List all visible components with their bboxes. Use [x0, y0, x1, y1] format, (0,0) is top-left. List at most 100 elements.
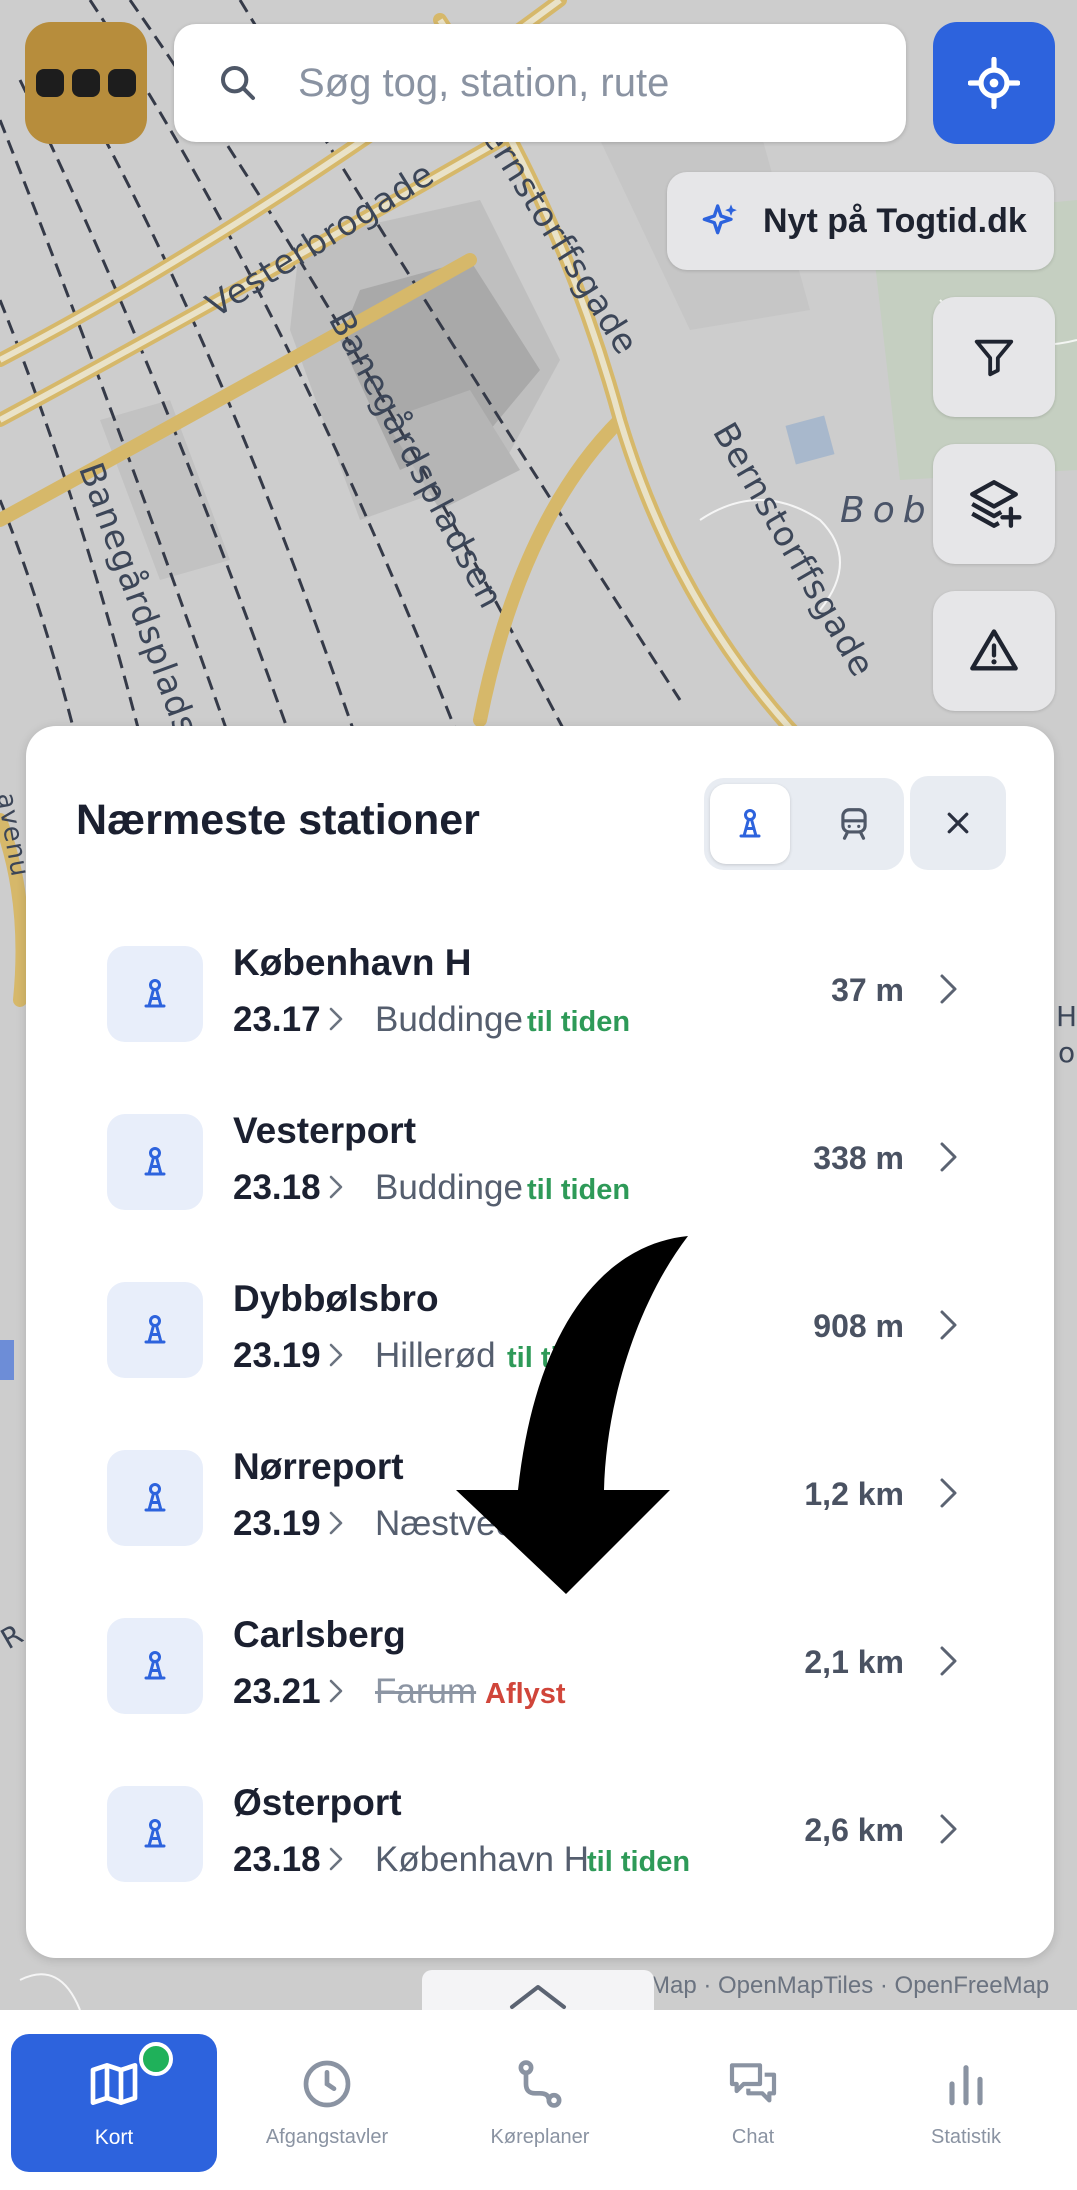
destination: Farum — [375, 1672, 477, 1711]
station-icon-tile — [107, 1282, 203, 1378]
distance: 2,1 km — [804, 1644, 904, 1680]
destination: Buddinge — [375, 1168, 523, 1207]
layers-button[interactable] — [933, 444, 1055, 564]
layers-add-icon — [970, 480, 1022, 528]
chevron-up-icon — [510, 1985, 566, 2009]
status-badge: Aflyst — [485, 1678, 566, 1710]
warning-icon — [970, 629, 1018, 671]
close-panel-button[interactable] — [910, 776, 1006, 870]
toggle-trains[interactable] — [814, 784, 894, 864]
chevron-right-small-icon — [329, 1343, 343, 1367]
status-badge: til tiden — [587, 1846, 691, 1878]
chevron-right-icon — [940, 1814, 957, 1844]
nav-tab-koreplaner[interactable]: Køreplaner — [437, 2034, 643, 2172]
station-icon-tile — [107, 1618, 203, 1714]
bar-chart-icon — [949, 2065, 983, 2106]
station-icon — [144, 1147, 166, 1176]
nav-tab-chat[interactable]: Chat — [650, 2034, 856, 2172]
distance: 1,2 km — [804, 1476, 904, 1512]
departure-time: 23.18 — [233, 1840, 321, 1879]
chevron-right-small-icon — [329, 1175, 343, 1199]
station-name: København H — [233, 942, 472, 983]
station-icon — [144, 1819, 166, 1848]
station-icon-tile — [107, 1450, 203, 1546]
nearest-stations-panel: Nærmeste stationer København H 23.17 Bud… — [26, 726, 1054, 1958]
station-row[interactable]: København H 23.17 Buddinge til tiden 37 m — [26, 934, 1054, 1102]
departure-time: 23.19 — [233, 1504, 321, 1543]
station-train-toggle — [704, 778, 904, 870]
distance: 37 m — [831, 972, 904, 1008]
search-placeholder: Søg tog, station, rute — [298, 60, 670, 105]
chevron-right-icon — [940, 974, 957, 1004]
station-name: Nørreport — [233, 1446, 404, 1487]
street-label: Ho — [1056, 1000, 1077, 1033]
station-name: Østerport — [233, 1782, 402, 1823]
distance: 338 m — [813, 1140, 904, 1176]
station-icon — [144, 1315, 166, 1344]
menu-button[interactable] — [25, 22, 147, 144]
nav-label: Afgangstavler — [265, 2126, 389, 2148]
street-label: ol — [1058, 1036, 1077, 1069]
menu-dot-icon — [108, 69, 136, 97]
news-button[interactable]: Nyt på Togtid.dk — [667, 172, 1054, 270]
chevron-right-small-icon — [329, 1007, 343, 1031]
station-row[interactable]: Østerport 23.18 København Htil tiden 2,6 km — [26, 1774, 1054, 1942]
distance: 2,6 km — [804, 1812, 904, 1848]
distance: 908 m — [813, 1308, 904, 1344]
station-row[interactable]: Carlsberg 23.21 Farum Aflyst 2,1 km — [26, 1606, 1054, 1774]
news-button-label: Nyt på Togtid.dk — [763, 201, 1027, 240]
chevron-right-small-icon — [329, 1847, 343, 1871]
station-icon — [144, 1483, 166, 1512]
toggle-stations[interactable] — [710, 784, 790, 864]
nav-label: Køreplaner — [490, 2126, 590, 2148]
chevron-right-icon — [940, 1142, 957, 1172]
station-name: Dybbølsbro — [233, 1278, 439, 1319]
disruptions-button[interactable] — [933, 591, 1055, 711]
filter-icon — [974, 339, 1014, 377]
station-icon-tile — [107, 946, 203, 1042]
station-icon — [144, 1651, 166, 1680]
route-icon — [518, 2060, 562, 2108]
search-input[interactable]: Søg tog, station, rute — [174, 24, 906, 142]
departure-time: 23.17 — [233, 1000, 321, 1039]
nav-label: Chat — [731, 2126, 775, 2148]
locate-me-button[interactable] — [933, 22, 1055, 144]
chevron-right-small-icon — [329, 1511, 343, 1535]
status-badge: til tiden — [527, 1174, 631, 1206]
departure-time: 23.18 — [233, 1168, 321, 1207]
filter-button[interactable] — [933, 297, 1055, 417]
station-name: Carlsberg — [233, 1614, 406, 1655]
menu-dot-icon — [72, 69, 100, 97]
station-name: Vesterport — [233, 1110, 417, 1151]
nav-tab-statistik[interactable]: Statistik — [863, 2034, 1069, 2172]
bottom-navigation: Kort Afgangstavler Køreplaner Chat Stati… — [0, 2010, 1077, 2190]
map-icon — [90, 2063, 138, 2105]
nav-label: Statistik — [930, 2126, 1002, 2148]
station-icon — [144, 979, 166, 1008]
train-icon — [841, 808, 867, 840]
search-icon — [221, 66, 255, 100]
departure-time: 23.19 — [233, 1336, 321, 1375]
nav-label: Kort — [94, 2126, 134, 2149]
status-badge: til tiden — [527, 1006, 631, 1038]
notification-badge — [139, 2042, 173, 2076]
station-icon-tile — [107, 1114, 203, 1210]
chevron-right-small-icon — [329, 1679, 343, 1703]
panel-title: Nærmeste stationer — [76, 796, 480, 844]
close-icon — [947, 812, 969, 834]
destination: Buddinge — [375, 1000, 523, 1039]
clock-icon — [303, 2060, 351, 2108]
destination: København H — [375, 1840, 590, 1879]
chevron-right-icon — [940, 1310, 957, 1340]
chat-icon — [729, 2063, 777, 2103]
sparkle-icon — [702, 204, 737, 235]
station-icon-tile — [107, 1786, 203, 1882]
departure-time: 23.21 — [233, 1672, 321, 1711]
map-attribution[interactable]: Map · OpenMapTiles · OpenFreeMap — [650, 1972, 1049, 2000]
chevron-right-icon — [940, 1478, 957, 1508]
nav-tab-afgangstavler[interactable]: Afgangstavler — [224, 2034, 430, 2172]
nav-tab-kort[interactable]: Kort — [11, 2034, 217, 2172]
station-icon — [739, 809, 761, 838]
chevron-right-icon — [940, 1646, 957, 1676]
menu-dot-icon — [36, 69, 64, 97]
